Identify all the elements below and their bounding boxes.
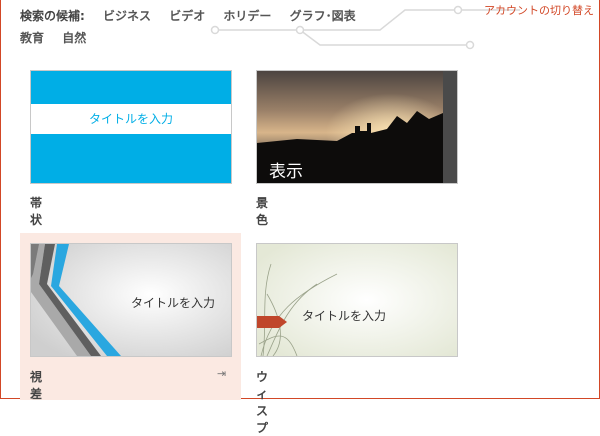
template-name-parallax: 視差 — [30, 370, 43, 401]
template-thumbnail-parallax[interactable]: タイトルを入力 — [30, 243, 232, 357]
wisp-thumbnail-title: タイトルを入力 — [302, 309, 387, 323]
parallax-thumbnail-title: タイトルを入力 — [131, 296, 216, 310]
switch-account-link[interactable]: アカウントの切り替え — [484, 2, 594, 18]
category-education[interactable]: 教育 — [20, 27, 44, 49]
banded-title-band: タイトルを入力 — [31, 104, 231, 134]
template-name-banded: 帯状 — [30, 196, 43, 227]
category-video[interactable]: ビデオ — [169, 5, 205, 27]
search-suggestions: 検索の候補: ビジネス ビデオ ホリデー グラフ･図表 教育 自然 — [20, 5, 410, 49]
category-holiday[interactable]: ホリデー — [223, 5, 271, 27]
view-thumbnail-label: 表示 — [269, 162, 303, 182]
wisp-graphic — [257, 244, 457, 356]
template-thumbnail-banded[interactable]: タイトルを入力 — [30, 70, 232, 184]
template-name-wisp: ウィスプ — [256, 370, 269, 435]
search-suggestions-label: 検索の候補: — [20, 9, 85, 23]
category-business[interactable]: ビジネス — [103, 5, 151, 27]
pin-icon[interactable]: ⇥ — [217, 367, 226, 380]
template-thumbnail-wisp[interactable]: タイトルを入力 — [256, 243, 458, 357]
category-nature[interactable]: 自然 — [62, 27, 86, 49]
template-thumbnail-view[interactable]: 表示 — [256, 70, 458, 184]
category-charts[interactable]: グラフ･図表 — [290, 5, 356, 27]
template-name-view: 景色 — [256, 196, 269, 227]
